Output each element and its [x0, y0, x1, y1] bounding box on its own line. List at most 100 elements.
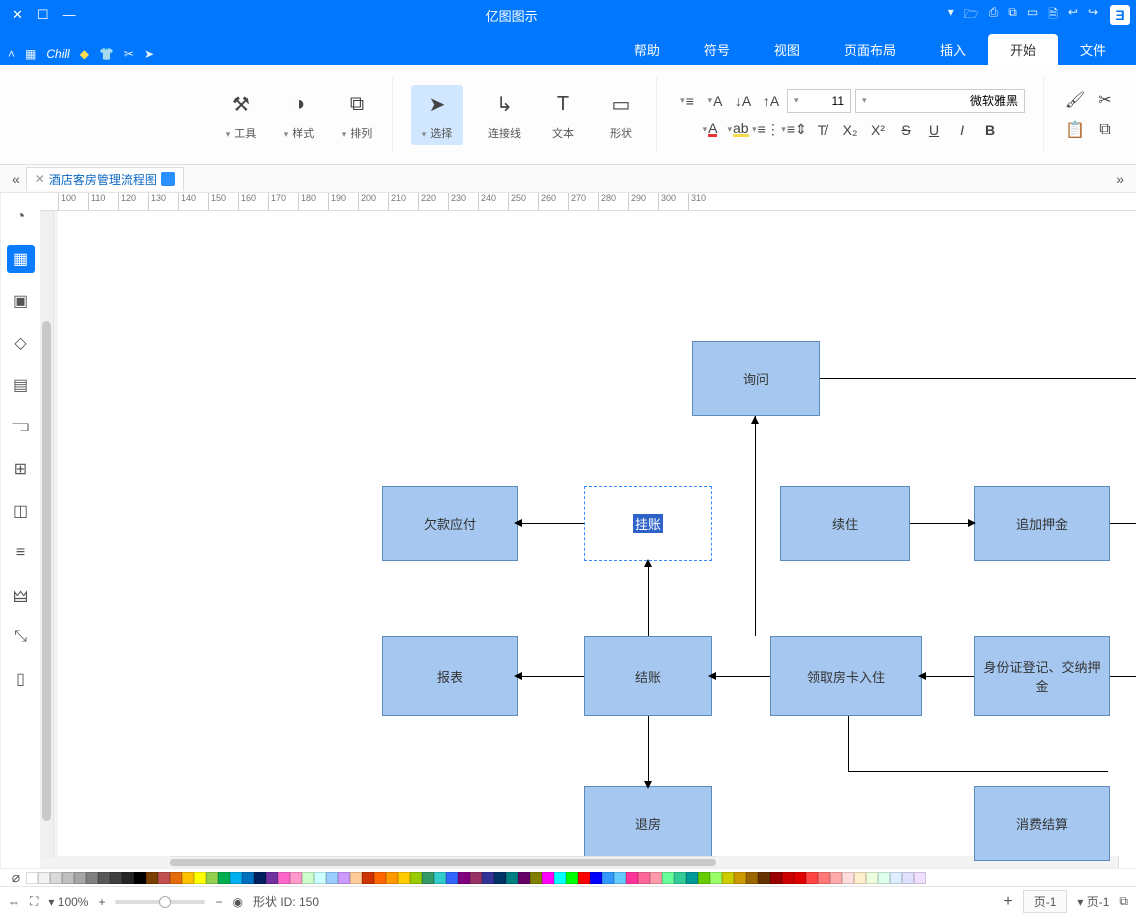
node-report[interactable]: 报表 [382, 636, 518, 716]
quick-save[interactable]: 🗎 [1048, 5, 1058, 26]
canvas-page[interactable]: 询问 追加押金 续住 挂账 欠款应付 身份证登记、交纳押金 领取房卡入住 结账 … [58, 211, 1122, 856]
color-swatch[interactable] [710, 872, 722, 884]
collapse-ribbon-icon[interactable]: ˄ [8, 47, 15, 61]
rail-shapes-icon[interactable]: ▦ [7, 245, 35, 273]
fit-width-button[interactable]: ⇔ [8, 895, 20, 909]
node-query[interactable]: 询问 [692, 341, 820, 416]
color-swatch[interactable] [878, 872, 890, 884]
rail-chart-icon[interactable]: ⫍ [7, 413, 35, 441]
color-swatch[interactable] [386, 872, 398, 884]
quick-export[interactable]: ▭ [1027, 5, 1038, 26]
node-checkin[interactable]: 续住 [780, 486, 910, 561]
color-swatch[interactable] [806, 872, 818, 884]
color-swatch[interactable] [218, 872, 230, 884]
bold-button[interactable]: B [978, 119, 1002, 141]
window-close[interactable]: ✕ [12, 7, 23, 23]
subscript-button[interactable]: X₂ [838, 119, 862, 141]
panel-expand-right[interactable]: » [6, 171, 26, 187]
color-swatch[interactable] [854, 872, 866, 884]
zoom-slider[interactable] [115, 900, 205, 904]
rail-table-icon[interactable]: ⊞ [7, 455, 35, 483]
select-button[interactable]: ➤ 选择 ▾ [411, 85, 463, 145]
font-name-select[interactable]: 微软雅黑▾ [855, 89, 1025, 113]
cut-button[interactable]: ✂ [1092, 87, 1118, 113]
node-bill-selected[interactable]: 挂账 [584, 486, 712, 561]
color-swatch[interactable] [698, 872, 710, 884]
color-swatch[interactable] [638, 872, 650, 884]
page-dropdown[interactable]: 页-1 ▾ [1077, 893, 1109, 910]
color-swatch[interactable] [194, 872, 206, 884]
text-button[interactable]: T 文本 [546, 88, 580, 142]
color-swatch[interactable] [434, 872, 446, 884]
node-assign[interactable]: 领取房卡入住 [770, 636, 922, 716]
color-swatch[interactable] [290, 872, 302, 884]
user-name[interactable]: Chill [46, 47, 69, 61]
color-swatch[interactable] [686, 872, 698, 884]
color-swatch[interactable] [746, 872, 758, 884]
color-swatch[interactable] [518, 872, 530, 884]
node-consume[interactable]: 消费结算 [974, 786, 1110, 861]
color-swatch[interactable] [278, 872, 290, 884]
page-tab[interactable]: 页-1 [1023, 890, 1068, 913]
color-swatch[interactable] [830, 872, 842, 884]
quick-redo[interactable]: ↩ [1068, 5, 1078, 26]
color-swatch[interactable] [650, 872, 662, 884]
bullets-button[interactable]: ⋮≡▾ [754, 119, 778, 141]
quick-more[interactable]: ▾ [948, 5, 954, 26]
superscript-button[interactable]: X² [866, 119, 890, 141]
color-swatch[interactable] [158, 872, 170, 884]
color-swatch[interactable] [254, 872, 266, 884]
color-swatch[interactable] [890, 872, 902, 884]
rail-align-icon[interactable]: ≡ [7, 539, 35, 567]
clear-format-button[interactable]: T̸ [810, 119, 834, 141]
color-swatch[interactable] [554, 872, 566, 884]
color-swatch[interactable] [866, 872, 878, 884]
tools-button[interactable]: ⚒ 工具 ▾ [224, 88, 258, 142]
copy-button[interactable]: ⧉ [1092, 117, 1118, 143]
color-swatch[interactable] [674, 872, 686, 884]
decrease-font-button[interactable]: A↓ [731, 90, 755, 112]
premium-icon[interactable]: ◆ [80, 47, 89, 61]
quick-copy[interactable]: ⧉ [1008, 5, 1017, 26]
color-swatch[interactable] [734, 872, 746, 884]
menu-help[interactable]: 帮助 [612, 34, 682, 65]
color-swatch[interactable] [494, 872, 506, 884]
color-swatch[interactable] [98, 872, 110, 884]
color-swatch[interactable] [578, 872, 590, 884]
color-swatch[interactable] [446, 872, 458, 884]
pointer-tool-icon[interactable]: ➤ [144, 47, 154, 61]
color-swatch[interactable] [26, 872, 38, 884]
quick-undo[interactable]: ↪ [1088, 5, 1098, 26]
color-swatch[interactable] [506, 872, 518, 884]
menu-start[interactable]: 开始 [988, 34, 1058, 65]
color-swatch[interactable] [626, 872, 638, 884]
node-deposit[interactable]: 身份证登记、交纳押金 [974, 636, 1110, 716]
color-swatch[interactable] [74, 872, 86, 884]
color-swatch[interactable] [818, 872, 830, 884]
window-maximize[interactable]: ☐ [37, 7, 49, 23]
color-swatch[interactable] [482, 872, 494, 884]
font-style-button[interactable]: A▾ [703, 90, 727, 112]
rail-grid-icon[interactable]: ◫ [7, 497, 35, 525]
quick-print[interactable]: ⎙ [989, 5, 999, 26]
scrollbar-horizontal[interactable] [170, 856, 716, 868]
color-swatch[interactable] [914, 872, 926, 884]
color-swatch[interactable] [758, 872, 770, 884]
zoom-out-button[interactable]: − [215, 895, 222, 909]
fill-bucket-icon[interactable]: ⌀ [6, 869, 26, 886]
color-swatch[interactable] [38, 872, 50, 884]
menu-file[interactable]: 文件 [1058, 34, 1128, 65]
color-swatch[interactable] [602, 872, 614, 884]
color-swatch[interactable] [314, 872, 326, 884]
color-swatch[interactable] [470, 872, 482, 884]
color-swatch[interactable] [134, 872, 146, 884]
node-chargeback[interactable]: 追加押金 [974, 486, 1110, 561]
menu-page-layout[interactable]: 页面布局 [822, 34, 918, 65]
color-swatch[interactable] [266, 872, 278, 884]
color-swatch[interactable] [110, 872, 122, 884]
color-swatch[interactable] [206, 872, 218, 884]
font-size-select[interactable]: 11▾ [787, 89, 851, 113]
color-swatch[interactable] [530, 872, 542, 884]
panel-expand-left[interactable]: « [1110, 171, 1130, 187]
page-layout-toggle[interactable]: ⧉ [1119, 894, 1128, 909]
